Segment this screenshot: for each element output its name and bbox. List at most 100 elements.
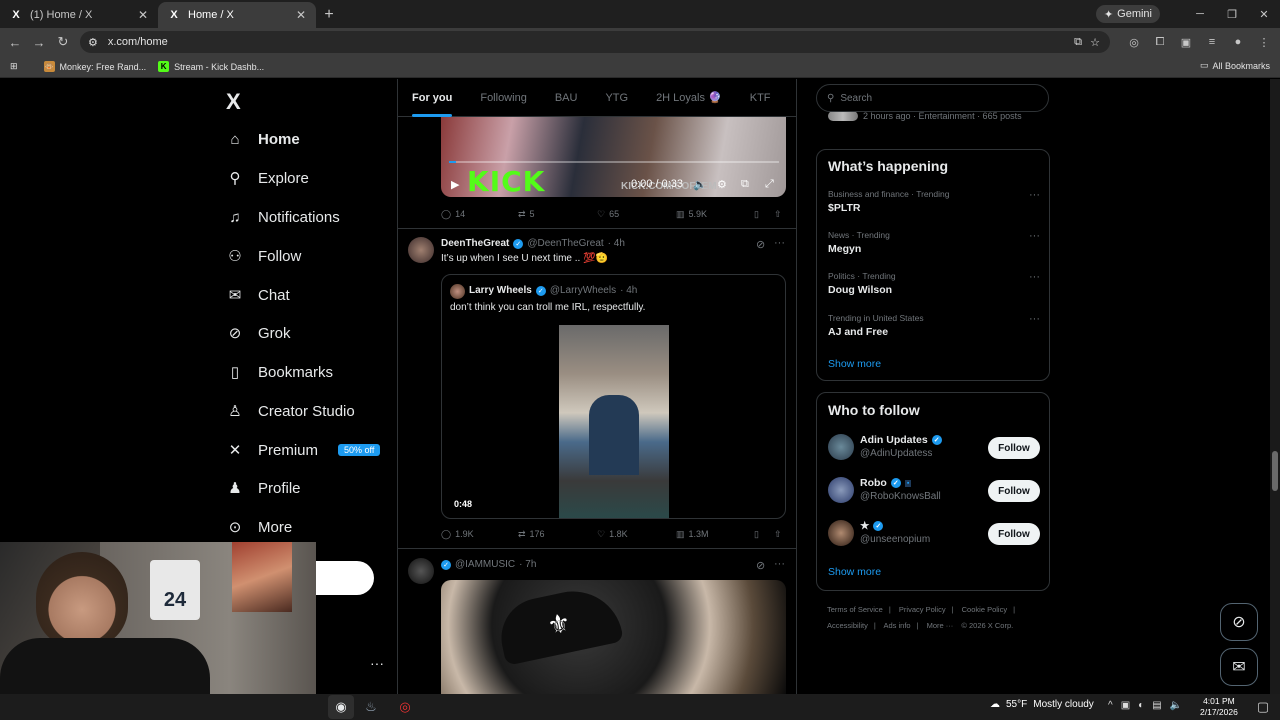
minimize-icon[interactable]: ─ (1184, 0, 1216, 28)
nav-home[interactable]: ⌂ Home (226, 126, 299, 152)
footer-link[interactable]: Terms of Service (827, 605, 883, 614)
avatar[interactable] (408, 558, 434, 584)
nav-notifications[interactable]: ♫ Notifications (226, 204, 339, 230)
footer-link[interactable]: Cookie Policy (962, 605, 1007, 614)
trend-item[interactable]: Business and finance · Trending $PLTR ··… (828, 189, 1040, 214)
browser-tab-active[interactable]: X Home / X ✕ (158, 2, 316, 28)
media-controls-icon[interactable]: ≡ (1202, 32, 1222, 52)
fullscreen-icon[interactable]: ⤢ (765, 178, 774, 191)
follow-button[interactable]: Follow (988, 523, 1040, 545)
like-button[interactable]: ♡ 65 (597, 209, 619, 220)
new-tab-icon[interactable]: + (316, 2, 342, 28)
notification-icon[interactable]: ▢ (1250, 695, 1276, 719)
views-button[interactable]: ▥ 1.3M (676, 529, 709, 540)
avatar[interactable] (408, 237, 434, 263)
show-more-link[interactable]: Show more (828, 566, 881, 578)
tab-ktf[interactable]: KTF (736, 79, 785, 117)
weather-widget[interactable]: ☁ 55°F Mostly cloudy (990, 699, 1094, 710)
tab-bau[interactable]: BAU (541, 79, 592, 117)
steam-taskbar-icon[interactable]: ♨ (358, 695, 384, 719)
nav-bookmarks[interactable]: ▯ Bookmarks (226, 359, 333, 385)
bookmark-icon[interactable]: ▯ (754, 209, 759, 220)
nav-chat[interactable]: ✉ Chat (226, 282, 290, 308)
nav-profile[interactable]: ♟ Profile (226, 475, 300, 501)
footer-link[interactable]: Privacy Policy (899, 605, 946, 614)
bookmark-kick[interactable]: K Stream - Kick Dashb... (152, 61, 270, 72)
tray-app-icon[interactable]: ▣ (1121, 700, 1130, 711)
reload-icon[interactable]: ↻ (51, 30, 75, 54)
settings-icon[interactable]: ⚙ (717, 178, 727, 191)
repost-button[interactable]: ⇄ 176 (518, 529, 545, 540)
network-icon[interactable]: ▤ (1152, 700, 1161, 711)
chevron-up-icon[interactable]: ^ (1108, 700, 1113, 711)
video-player[interactable]: KICK KICK.COM/COFFEM ▶ 0:00 / 0:33 🔈 ⚙ ⧉… (441, 117, 786, 197)
follow-suggestion[interactable]: Adin Updates ✓ @AdinUpdatess Follow (828, 434, 1040, 464)
reply-button[interactable]: ◯ 14 (441, 209, 465, 220)
post-button[interactable] (316, 561, 374, 595)
share-icon[interactable]: ⇧ (774, 209, 782, 220)
site-info-icon[interactable]: ⚙ (88, 36, 98, 49)
close-window-icon[interactable]: ✕ (1248, 0, 1280, 28)
obs-taskbar-icon[interactable]: ◎ (392, 695, 418, 719)
gemini-button[interactable]: ✦ Gemini (1095, 5, 1160, 23)
follow-suggestion[interactable]: Robo ✓ ▪ @RoboKnowsBall Follow (828, 477, 1040, 507)
reply-button[interactable]: ◯ 1.9K (441, 529, 474, 540)
close-tab-icon[interactable]: ✕ (138, 8, 148, 22)
tab-2h-loyals[interactable]: 2H Loyals 🔮 (642, 79, 736, 117)
nav-premium[interactable]: ✕ Premium 50% off (226, 437, 381, 463)
trend-item[interactable]: Trending in United States AJ and Free ··… (828, 313, 1040, 338)
follow-suggestion[interactable]: ★ ✓ @unseenopium Follow (828, 520, 1040, 550)
nav-more[interactable]: ⊙ More (226, 514, 292, 540)
trend-item[interactable]: Politics · Trending Doug Wilson ··· (828, 271, 1040, 296)
play-icon[interactable]: ▶ (451, 178, 459, 191)
post-image[interactable]: ⚜ (441, 580, 786, 694)
pip-icon[interactable]: ⧉ (741, 178, 749, 191)
footer-link[interactable]: Ads info (883, 621, 910, 630)
post-time[interactable]: · 4h (608, 238, 625, 249)
side-panel-icon[interactable]: ▣ (1176, 32, 1196, 52)
follow-button[interactable]: Follow (988, 480, 1040, 502)
more-icon[interactable]: ··· (774, 237, 785, 249)
back-icon[interactable]: ← (3, 30, 27, 54)
more-icon[interactable]: ··· (1029, 271, 1040, 283)
author-handle[interactable]: @IAMMUSIC (455, 559, 515, 570)
tray-app-icon[interactable]: ◐ (1138, 700, 1144, 711)
repost-button[interactable]: ⇄ 5 (518, 209, 535, 220)
clock[interactable]: 4:01 PM 2/17/2026 (1200, 696, 1238, 718)
footer-link[interactable]: Accessibility (827, 621, 868, 630)
more-icon[interactable]: ··· (1029, 189, 1040, 201)
bookmark-monkey[interactable]: 🐵 Monkey: Free Rand... (38, 61, 153, 72)
browser-tab[interactable]: X (1) Home / X ✕ (0, 2, 158, 28)
author-name[interactable]: DeenTheGreat (441, 238, 509, 249)
extension-icon[interactable]: ◎ (1124, 32, 1144, 52)
volume-icon[interactable]: 🔈 (693, 178, 707, 191)
nav-creator-studio[interactable]: ♙ Creator Studio (226, 398, 354, 424)
more-icon[interactable]: ··· (1029, 230, 1040, 242)
grok-icon[interactable]: ⊘ (756, 238, 765, 251)
x-logo-icon[interactable]: X (226, 89, 241, 115)
account-menu-icon[interactable]: ··· (370, 655, 384, 671)
nav-follow[interactable]: ⚇ Follow (226, 243, 301, 269)
show-more-link[interactable]: Show more (828, 358, 881, 370)
footer-more-link[interactable]: More ··· (927, 621, 954, 630)
profile-avatar-icon[interactable]: ● (1228, 32, 1248, 52)
tab-following[interactable]: Following (466, 79, 540, 117)
install-app-icon[interactable]: ⧉ (1074, 36, 1082, 49)
close-tab-icon[interactable]: ✕ (296, 8, 306, 22)
search-input[interactable]: ⚲ Search (816, 84, 1049, 112)
forward-icon[interactable]: → (27, 30, 51, 54)
tab-ytg[interactable]: YTG (591, 79, 642, 117)
scrollbar[interactable] (1270, 79, 1280, 694)
like-button[interactable]: ♡ 1.8K (597, 529, 628, 540)
extensions-puzzle-icon[interactable]: ⧠ (1150, 32, 1170, 52)
views-button[interactable]: ▥ 5.9K (676, 209, 707, 220)
author-handle[interactable]: @DeenTheGreat (527, 238, 603, 249)
grok-fab-icon[interactable]: ⊘ (1220, 603, 1258, 641)
more-icon[interactable]: ··· (1029, 313, 1040, 325)
trend-item[interactable]: News · Trending Megyn ··· (828, 230, 1040, 255)
video-progress[interactable] (449, 161, 779, 163)
grok-icon[interactable]: ⊘ (756, 559, 765, 572)
all-bookmarks[interactable]: ▭ All Bookmarks (1200, 60, 1270, 71)
scrollbar-thumb[interactable] (1272, 451, 1278, 491)
follow-button[interactable]: Follow (988, 437, 1040, 459)
